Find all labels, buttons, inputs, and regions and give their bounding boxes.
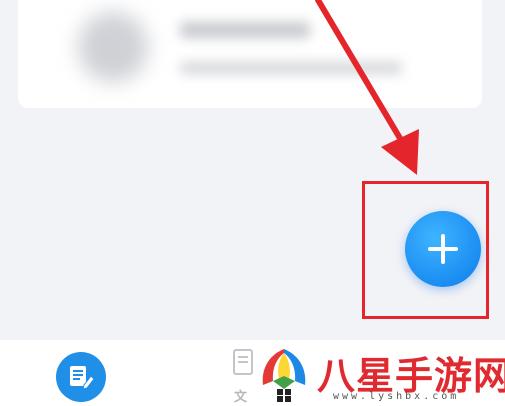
watermark: 八星手游网 www.lyshbx.com <box>255 343 505 406</box>
list-card[interactable] <box>18 0 482 108</box>
watermark-url: www.lyshbx.com <box>333 391 460 402</box>
tab-files-label: 文 <box>234 390 249 405</box>
app-screen: 文 八星手游网 www.lyshbx.com <box>0 0 505 406</box>
card-title <box>180 22 310 38</box>
card-subtitle <box>180 62 402 74</box>
watermark-logo-icon <box>262 349 306 402</box>
annotation-highlight-box <box>362 181 489 319</box>
document-edit-icon <box>70 366 95 390</box>
tab-documents[interactable] <box>56 352 106 402</box>
card-thumbnail <box>78 12 148 82</box>
